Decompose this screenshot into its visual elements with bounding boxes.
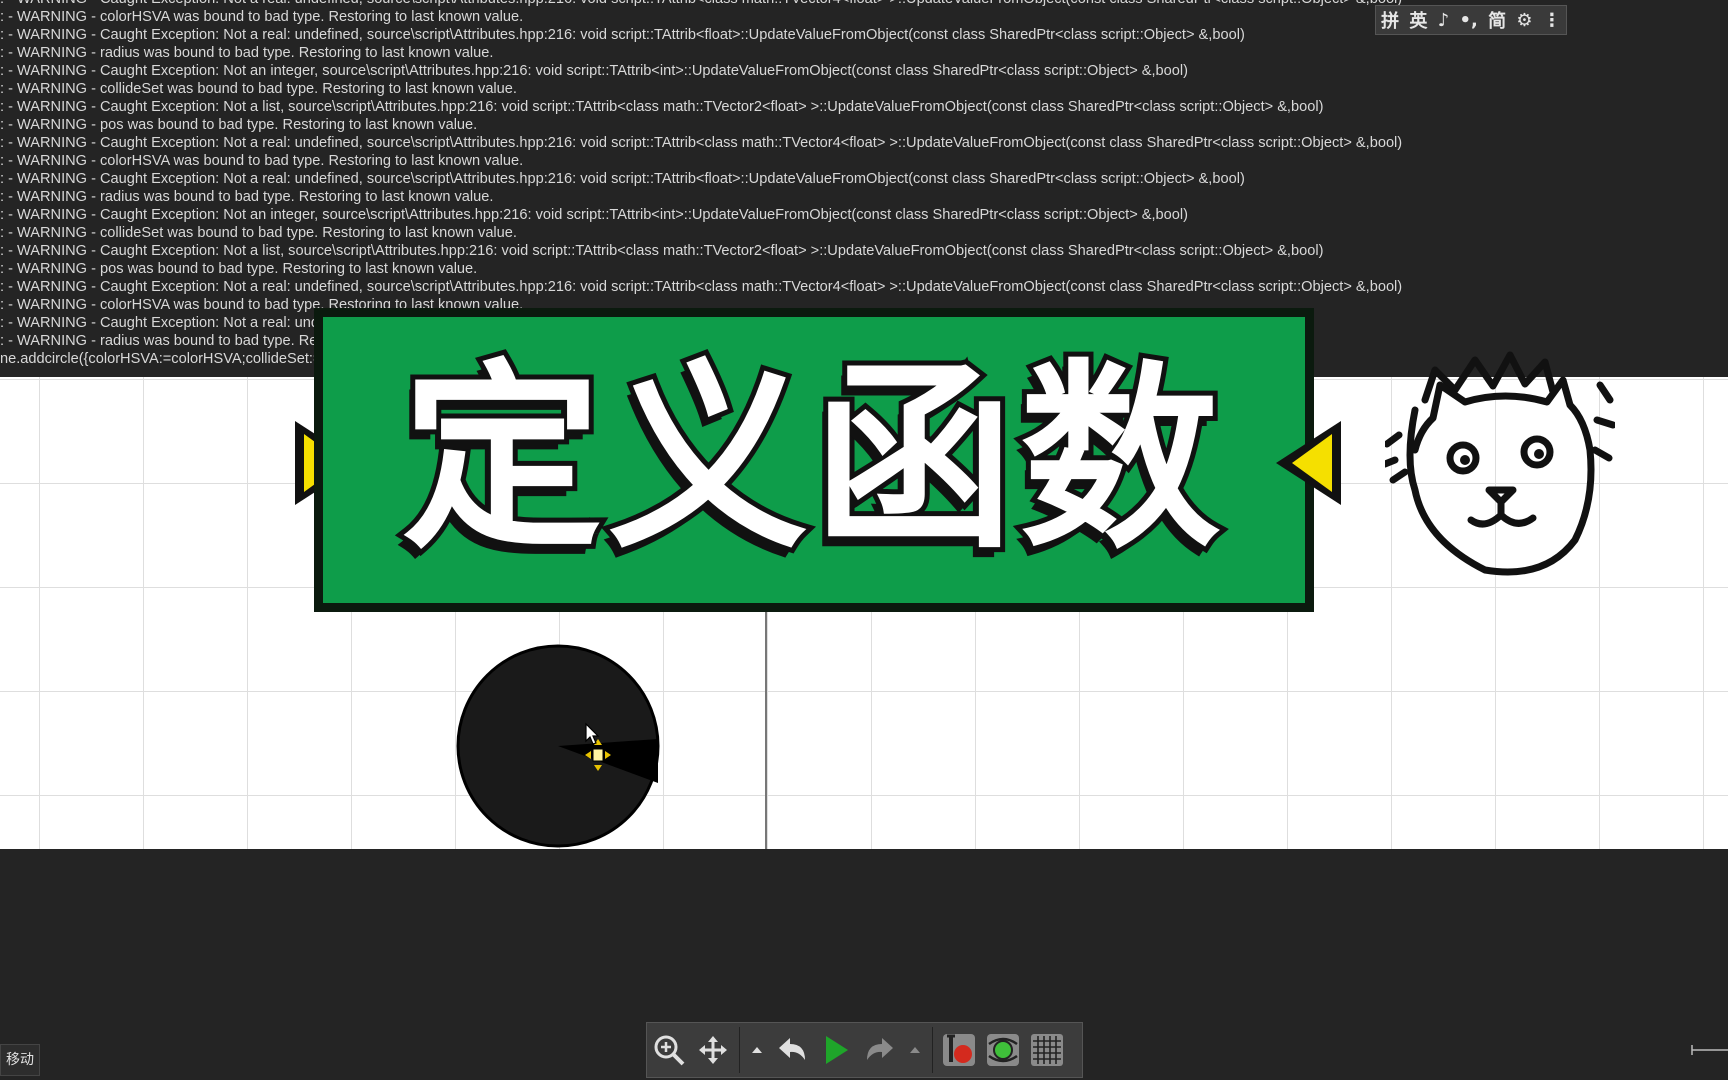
console-line: : - WARNING - Caught Exception: Not a re… (0, 279, 1403, 295)
ime-settings-icon[interactable]: ⚙ (1516, 10, 1532, 31)
console-line: : - WARNING - Caught Exception: Not a li… (0, 99, 1324, 115)
console-line: : - WARNING - Caught Exception: Not a re… (0, 27, 1245, 43)
toolbar-separator (932, 1027, 933, 1073)
console-line: : - WARNING - radius was bound to bad ty… (0, 189, 494, 205)
play-icon (826, 1036, 848, 1064)
title-banner: 定义函数 (292, 308, 1344, 618)
console-line: : - WARNING - pos was bound to bad type.… (0, 117, 478, 133)
redo-icon (867, 1038, 893, 1060)
console-line: : - WARNING - Caught Exception: Not a re… (0, 0, 1402, 8)
tools-button[interactable] (937, 1026, 981, 1074)
banner-frame: 定义函数 (314, 308, 1314, 612)
caret-up-icon (752, 1047, 762, 1053)
console-line: : - WARNING - radius was bound to bad ty… (0, 45, 494, 61)
console-line: : - WARNING - Caught Exception: Not an i… (0, 63, 1189, 79)
caret-up-icon (910, 1047, 920, 1053)
arrow-left-icon (1276, 421, 1341, 505)
ime-english-icon[interactable]: 英 (1409, 7, 1427, 33)
console-line: : - WARNING - colorHSVA was bound to bad… (0, 153, 524, 169)
zoom-button[interactable] (647, 1026, 691, 1074)
ime-toolbar[interactable]: 拼 英 ♪ •, 简 ⚙ ⋮ (1375, 5, 1567, 35)
play-button[interactable] (814, 1026, 858, 1074)
console-line: : - WARNING - Caught Exception: Not a re… (0, 171, 1245, 187)
console-line: : - WARNING - Caught Exception: Not a re… (0, 135, 1403, 151)
banner-fill: 定义函数 (323, 317, 1305, 603)
pan-arrows-icon (699, 1036, 727, 1064)
undo-icon (779, 1038, 805, 1060)
physics-icon (987, 1034, 1019, 1066)
console-line: : - WARNING - colorHSVA was bound to bad… (0, 9, 524, 25)
console-line: : - WARNING - collideSet was bound to ba… (0, 81, 517, 97)
ime-simplified-icon[interactable]: 简 (1488, 7, 1506, 33)
scale-marker (1691, 1045, 1728, 1055)
redo-button[interactable] (858, 1026, 902, 1074)
undo-button[interactable] (770, 1026, 814, 1074)
pan-button[interactable] (691, 1026, 735, 1074)
ime-pinyin-icon[interactable]: 拼 (1381, 7, 1399, 33)
console-line: : - WARNING - Caught Exception: Not an i… (0, 207, 1189, 223)
banner-title: 定义函数 (397, 343, 1226, 576)
mode-status[interactable]: 移动 (0, 1044, 40, 1076)
console-line: : - WARNING - Caught Exception: Not a li… (0, 243, 1324, 259)
grid-button[interactable] (1025, 1026, 1069, 1074)
zoom-icon (654, 1035, 685, 1066)
circle-object[interactable] (455, 643, 661, 849)
grid-icon (1031, 1034, 1063, 1066)
apple-tools-icon (943, 1034, 975, 1066)
physics-button[interactable] (981, 1026, 1025, 1074)
ime-punctuation-icon[interactable]: •, (1459, 10, 1477, 31)
toolbar-separator (739, 1027, 740, 1073)
menu-button[interactable] (744, 1026, 770, 1074)
bottom-toolbar (646, 1022, 1083, 1078)
console-line: : - WARNING - pos was bound to bad type.… (0, 261, 478, 277)
ime-moon-icon[interactable]: ♪ (1438, 10, 1450, 31)
console-line: : - WARNING - collideSet was bound to ba… (0, 225, 517, 241)
cat-sticker-icon (1385, 351, 1615, 576)
menu-button-2[interactable] (902, 1026, 928, 1074)
ime-more-icon[interactable]: ⋮ (1543, 10, 1561, 31)
